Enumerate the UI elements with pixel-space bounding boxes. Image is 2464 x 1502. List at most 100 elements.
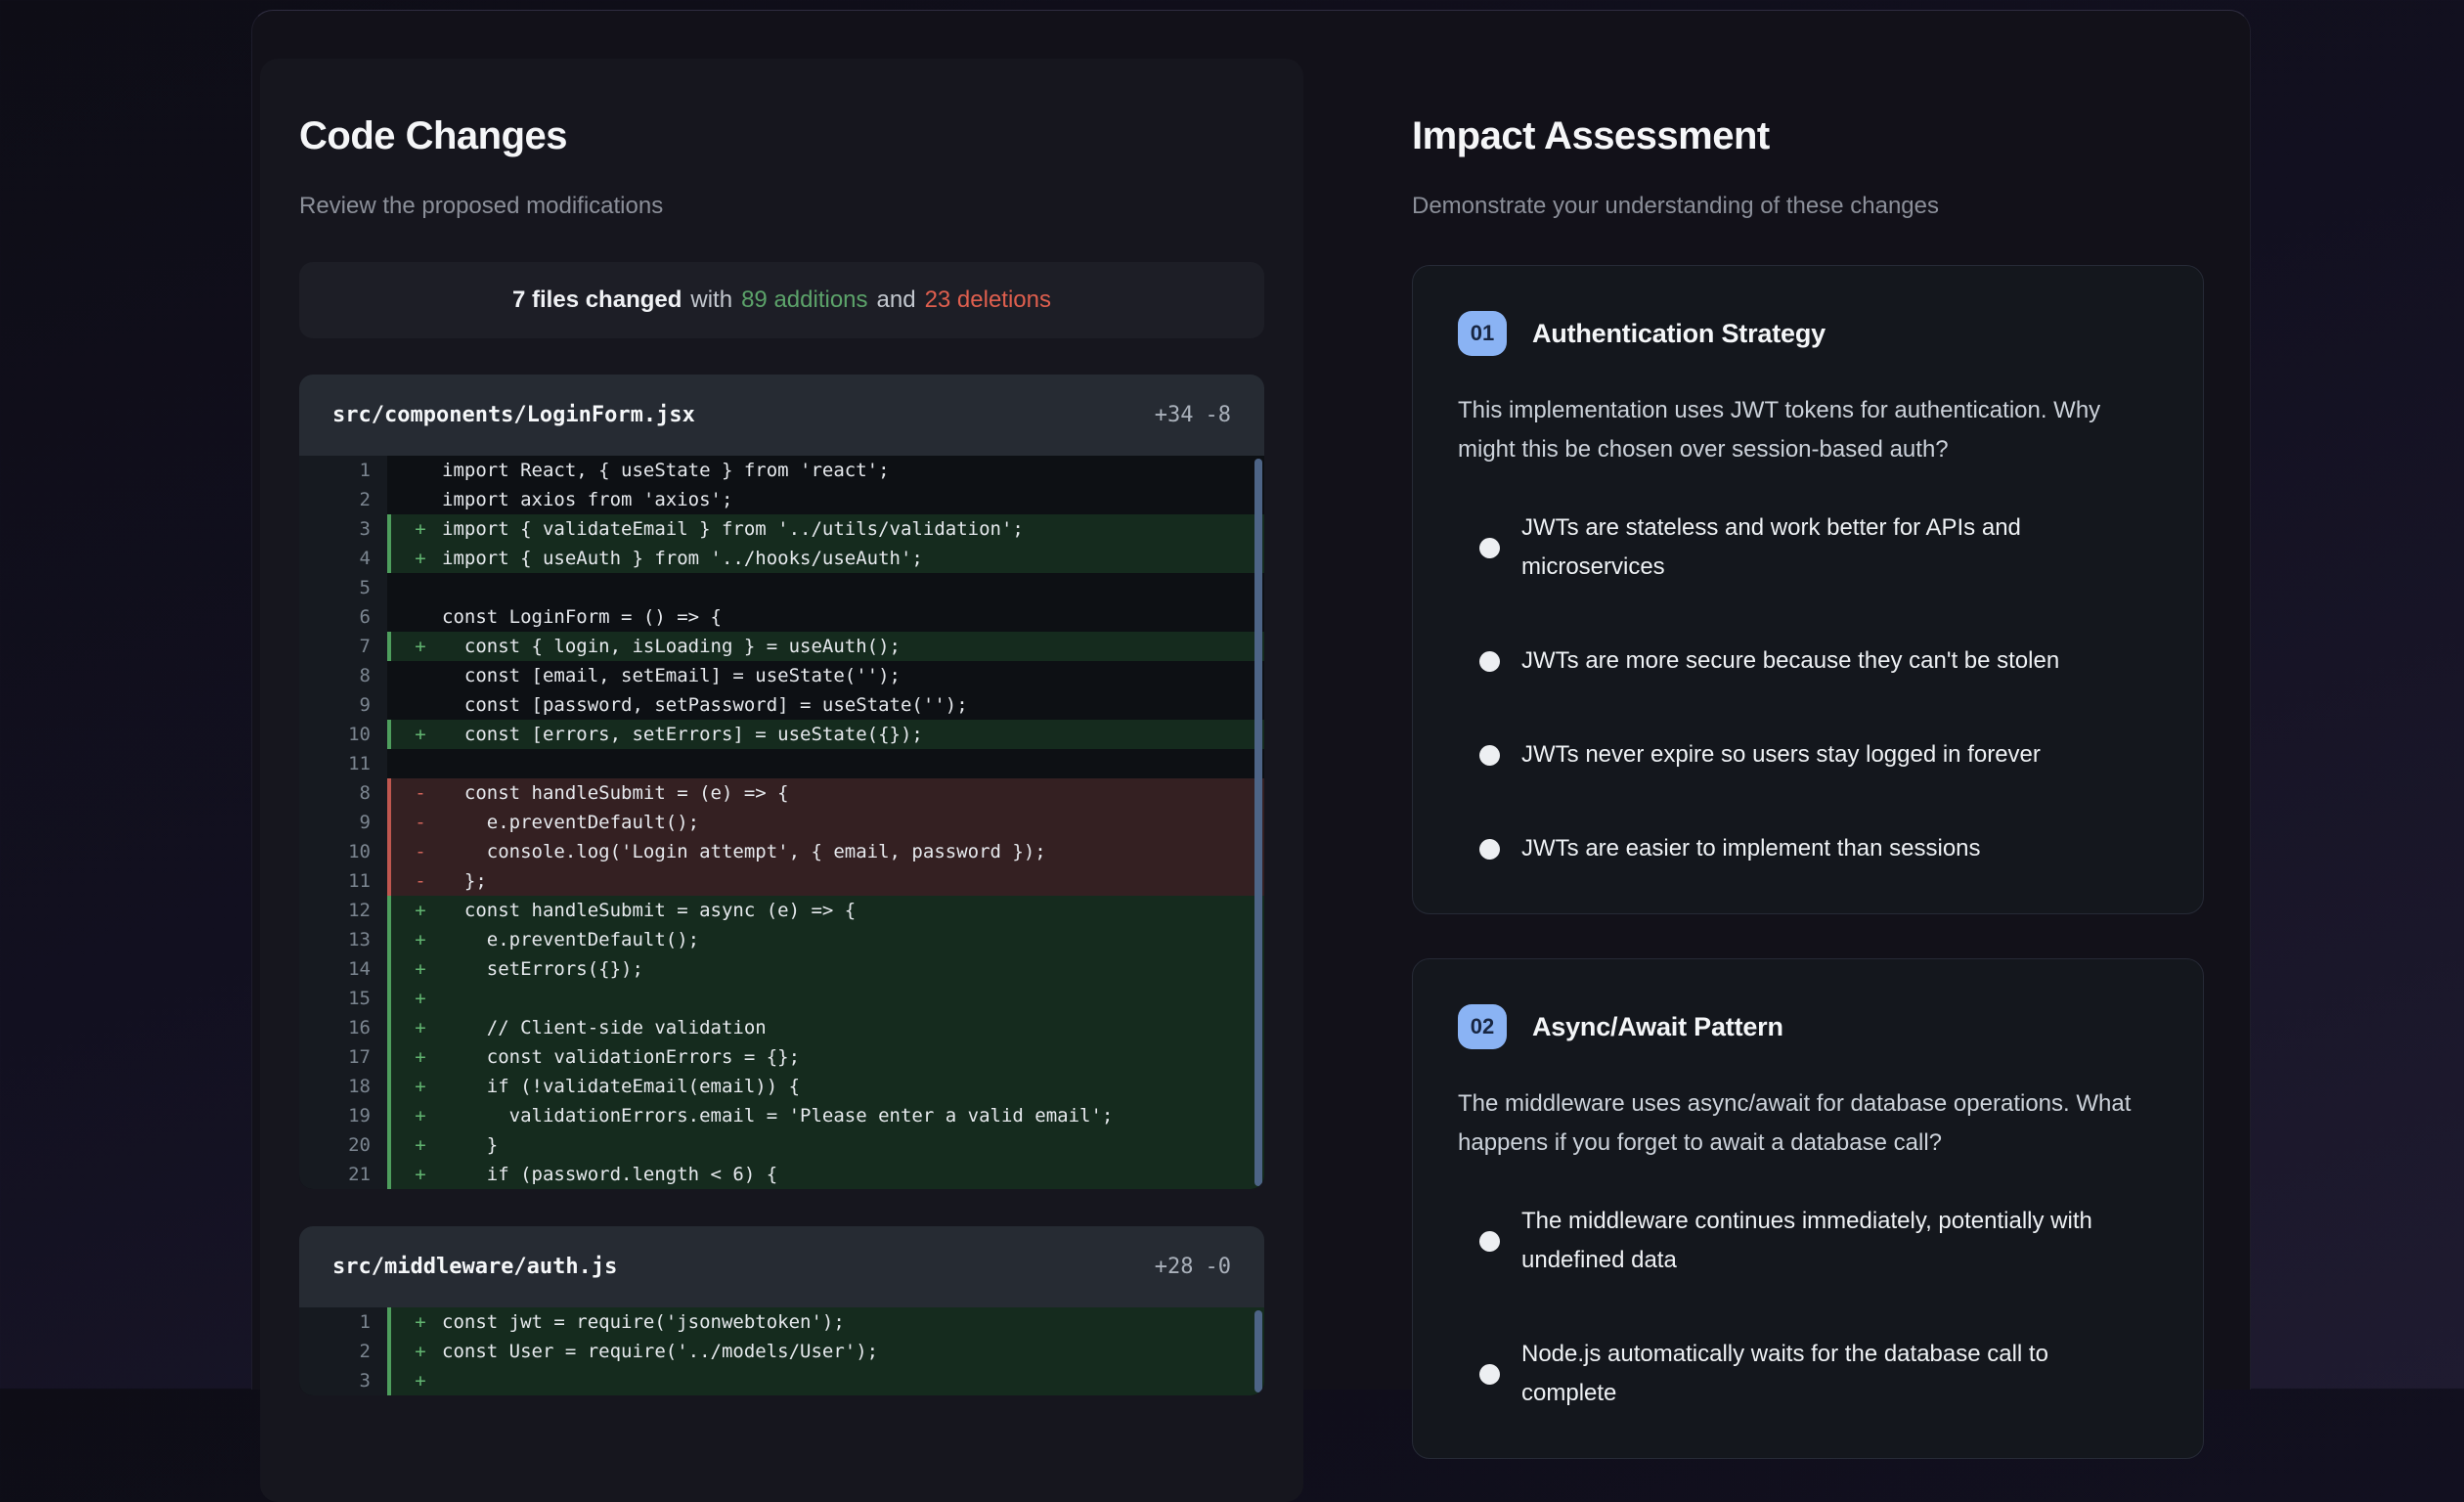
file-additions: +28 [1155,1255,1194,1279]
code-text: validationErrors.email = 'Please enter a… [442,1105,1113,1126]
code-text: const handleSubmit = (e) => { [442,782,789,804]
code-text: } [442,1134,498,1156]
file-list: src/components/LoginForm.jsx +34 -8 1 im… [299,375,1264,1395]
line-number: 19 [299,1101,387,1130]
code-line: 10 - console.log('Login attempt', { emai… [299,837,1264,866]
question-header: 01 Authentication Strategy [1458,311,2158,356]
code-text: }; [442,870,487,892]
code-line: 8 const [email, setEmail] = useState('')… [299,661,1264,690]
code-line: 3 + [299,1366,1264,1395]
code-area: 1 import React, { useState } from 'react… [299,456,1264,1189]
radio-button-icon[interactable] [1479,651,1500,672]
answer-option-label: Node.js automatically waits for the data… [1521,1335,2128,1413]
additions-total: 89 additions [741,287,867,314]
code-text: const handleSubmit = async (e) => { [442,900,856,921]
diff-marker: + [399,1307,442,1337]
code-changes-title: Code Changes [299,113,1264,158]
diff-file-header: src/middleware/auth.js +28 -0 [299,1226,1264,1307]
question-options: JWTs are stateless and work better for A… [1458,508,2158,868]
code-line: 11 [299,749,1264,778]
scrollbar-thumb[interactable] [1254,459,1262,1186]
scrollbar-thumb[interactable] [1254,1310,1262,1392]
radio-button-icon[interactable] [1479,1231,1500,1252]
line-number: 14 [299,954,387,984]
line-number: 10 [299,720,387,749]
diff-marker: - [399,837,442,866]
code-text: // Client-side validation [442,1017,767,1038]
question-title: Authentication Strategy [1532,319,1826,349]
code-line: 21 + if (password.length < 6) { [299,1160,1264,1189]
code-line: 14 + setErrors({}); [299,954,1264,984]
summary-text-and: and [877,287,916,314]
diff-marker: + [399,1337,442,1366]
line-number: 4 [299,544,387,573]
diff-marker: + [399,1072,442,1101]
code-changes-subtitle: Review the proposed modifications [299,192,1264,221]
answer-option[interactable]: JWTs are more secure because they can't … [1458,641,2158,681]
impact-assessment-title: Impact Assessment [1412,113,2204,158]
radio-button-icon[interactable] [1479,538,1500,558]
line-number: 12 [299,896,387,925]
radio-button-icon[interactable] [1479,1364,1500,1385]
file-deletions: -0 [1206,1255,1232,1279]
diff-marker: + [399,1366,442,1395]
diff-marker: + [399,1013,442,1042]
diff-summary-bar: 7 files changed with 89 additions and 23… [299,262,1264,338]
code-text: const validationErrors = {}; [442,1046,800,1068]
code-text: const LoginForm = () => { [442,606,722,628]
code-area: 1 +const jwt = require('jsonwebtoken'); … [299,1307,1264,1395]
line-number: 16 [299,1013,387,1042]
line-number: 1 [299,1307,387,1337]
code-text: e.preventDefault(); [442,929,699,950]
diff-marker: + [399,1130,442,1160]
file-name: src/middleware/auth.js [332,1255,617,1279]
code-line: 7 + const { login, isLoading } = useAuth… [299,632,1264,661]
code-text: const User = require('../models/User'); [442,1341,878,1362]
code-line: 5 [299,573,1264,602]
question-prompt: The middleware uses async/await for data… [1458,1084,2158,1163]
code-line: 2 +const User = require('../models/User'… [299,1337,1264,1366]
answer-option-label: The middleware continues immediately, po… [1521,1202,2128,1280]
answer-option-label: JWTs never expire so users stay logged i… [1521,735,2041,774]
line-number: 11 [299,866,387,896]
file-name: src/components/LoginForm.jsx [332,403,695,427]
code-line: 19 + validationErrors.email = 'Please en… [299,1101,1264,1130]
code-line: 3 +import { validateEmail } from '../uti… [299,514,1264,544]
code-rows: 1 import React, { useState } from 'react… [299,456,1264,1189]
answer-option[interactable]: Node.js automatically waits for the data… [1458,1335,2158,1413]
answer-option[interactable]: JWTs are easier to implement than sessio… [1458,829,2158,868]
code-line: 8 - const handleSubmit = (e) => { [299,778,1264,808]
diff-marker: + [399,954,442,984]
radio-button-icon[interactable] [1479,839,1500,860]
question-prompt: This implementation uses JWT tokens for … [1458,391,2158,469]
diff-marker: - [399,778,442,808]
question-number-badge: 02 [1458,1004,1507,1049]
line-number: 1 [299,456,387,485]
code-line: 20 + } [299,1130,1264,1160]
code-text: const [errors, setErrors] = useState({})… [442,724,923,745]
answer-option[interactable]: The middleware continues immediately, po… [1458,1202,2158,1280]
code-line: 16 + // Client-side validation [299,1013,1264,1042]
answer-option-label: JWTs are more secure because they can't … [1521,641,2059,681]
answer-option[interactable]: JWTs are stateless and work better for A… [1458,508,2158,587]
impact-assessment-panel: Impact Assessment Demonstrate your under… [1412,59,2204,1459]
code-line: 15 + [299,984,1264,1013]
code-line: 10 + const [errors, setErrors] = useStat… [299,720,1264,749]
deletions-total: 23 deletions [925,287,1051,314]
diff-marker: - [399,808,442,837]
diff-marker: + [399,632,442,661]
answer-option[interactable]: JWTs never expire so users stay logged i… [1458,735,2158,774]
code-line: 6 const LoginForm = () => { [299,602,1264,632]
answer-option-label: JWTs are easier to implement than sessio… [1521,829,1981,868]
code-line: 12 + const handleSubmit = async (e) => { [299,896,1264,925]
radio-button-icon[interactable] [1479,745,1500,766]
diff-marker: + [399,984,442,1013]
summary-text-with: with [690,287,732,314]
code-text: const [email, setEmail] = useState(''); [442,665,901,686]
line-number: 6 [299,602,387,632]
line-number: 9 [299,690,387,720]
line-number: 9 [299,808,387,837]
line-number: 21 [299,1160,387,1189]
code-rows: 1 +const jwt = require('jsonwebtoken'); … [299,1307,1264,1395]
line-number: 20 [299,1130,387,1160]
